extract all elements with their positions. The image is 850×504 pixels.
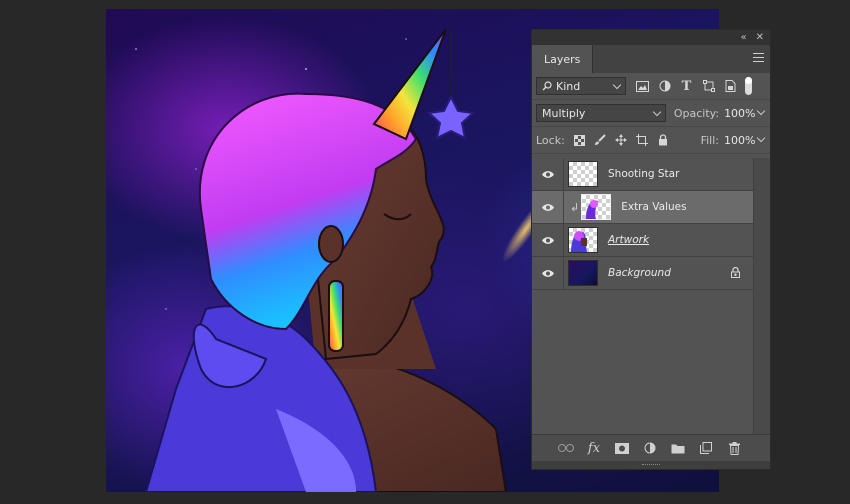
shape-filter-icon[interactable]: [702, 80, 715, 93]
lock-all-icon[interactable]: [657, 134, 670, 147]
layer-name[interactable]: Artwork: [608, 234, 649, 246]
new-layer-icon[interactable]: [698, 441, 714, 455]
layer-name[interactable]: Background: [608, 267, 671, 279]
blend-mode-dropdown[interactable]: Multiply: [536, 104, 666, 122]
visibility-eye-icon[interactable]: [541, 169, 555, 179]
row-separator: [563, 257, 564, 290]
chevron-down-icon: [652, 107, 662, 117]
opacity-label: Opacity:: [673, 106, 720, 120]
layers-footer-toolbar: fx: [532, 434, 770, 461]
filter-kind-dropdown[interactable]: Kind: [536, 77, 626, 95]
opacity-field[interactable]: 100%: [724, 105, 766, 121]
panel-menu-icon[interactable]: [753, 53, 764, 62]
type-filter-icon[interactable]: T: [680, 79, 693, 94]
lock-transparent-pixels-icon[interactable]: [573, 134, 586, 147]
chevron-down-icon: [756, 106, 766, 116]
fx-layer-style-button[interactable]: fx: [586, 441, 602, 456]
lock-row: Lock: Fill: 100%: [532, 127, 770, 154]
panel-topbar: « ✕: [532, 30, 770, 45]
image-filter-icon[interactable]: [636, 80, 649, 93]
blend-mode-value: Multiply: [542, 106, 586, 120]
visibility-eye-icon[interactable]: [541, 235, 555, 245]
link-layers-icon[interactable]: [558, 441, 574, 455]
panel-resize-grip[interactable]: [532, 461, 770, 469]
blend-row: Multiply Opacity: 100%: [532, 100, 770, 127]
layer-row-artwork[interactable]: Artwork: [532, 224, 756, 257]
layer-row-shooting-star[interactable]: Shooting Star: [532, 158, 756, 191]
layer-thumbnail: [568, 227, 598, 253]
layer-thumbnail: [581, 194, 612, 220]
search-icon: [542, 81, 552, 91]
layer-name[interactable]: Extra Values: [621, 201, 686, 213]
new-adjustment-layer-icon[interactable]: [642, 441, 658, 455]
lock-label: Lock:: [536, 133, 565, 147]
layer-lock-icon: [731, 266, 740, 281]
fill-value: 100%: [724, 133, 756, 147]
lock-image-pixels-icon[interactable]: [594, 134, 607, 147]
filter-icons: T: [636, 79, 737, 94]
smart-object-filter-icon[interactable]: [724, 80, 737, 93]
chevron-down-icon: [612, 80, 622, 90]
close-panel-icon[interactable]: ✕: [756, 32, 764, 43]
layer-row-background[interactable]: Background: [532, 257, 756, 290]
lock-position-icon[interactable]: [615, 134, 628, 147]
row-separator: [563, 191, 564, 224]
layers-list: Shooting Star ↲ Extra Values Artwork Bac…: [532, 158, 756, 290]
opacity-value: 100%: [724, 106, 756, 120]
tab-layers-label: Layers: [544, 52, 581, 66]
new-group-folder-icon[interactable]: [670, 441, 686, 455]
layers-panel: « ✕ Layers Kind T Multiply Opacity: 100%…: [531, 29, 771, 470]
layer-thumbnail: [568, 260, 598, 286]
add-mask-icon[interactable]: [614, 441, 630, 455]
collapse-panel-icon[interactable]: «: [740, 32, 746, 43]
delete-layer-trash-icon[interactable]: [726, 441, 742, 455]
layers-scrollbar[interactable]: [753, 158, 770, 436]
tab-layers[interactable]: Layers: [532, 45, 594, 73]
layer-name[interactable]: Shooting Star: [608, 168, 679, 180]
lock-icons: [573, 134, 670, 147]
clipping-mask-arrow-icon: ↲: [570, 200, 580, 214]
row-separator: [563, 158, 564, 191]
filter-toggle[interactable]: [745, 77, 752, 95]
lock-artboard-icon[interactable]: [636, 134, 649, 147]
panel-tabs: Layers: [532, 45, 770, 73]
visibility-eye-icon[interactable]: [541, 202, 555, 212]
filter-kind-label: Kind: [556, 79, 581, 93]
chevron-down-icon: [756, 133, 766, 143]
visibility-eye-icon[interactable]: [541, 268, 555, 278]
adjustment-filter-icon[interactable]: [658, 80, 671, 93]
fill-field[interactable]: 100%: [724, 132, 766, 148]
filter-row: Kind T: [532, 73, 770, 100]
layer-thumbnail: [568, 161, 598, 187]
row-separator: [563, 224, 564, 257]
layer-row-extra-values[interactable]: ↲ Extra Values: [532, 191, 756, 224]
fill-label: Fill:: [700, 133, 719, 147]
